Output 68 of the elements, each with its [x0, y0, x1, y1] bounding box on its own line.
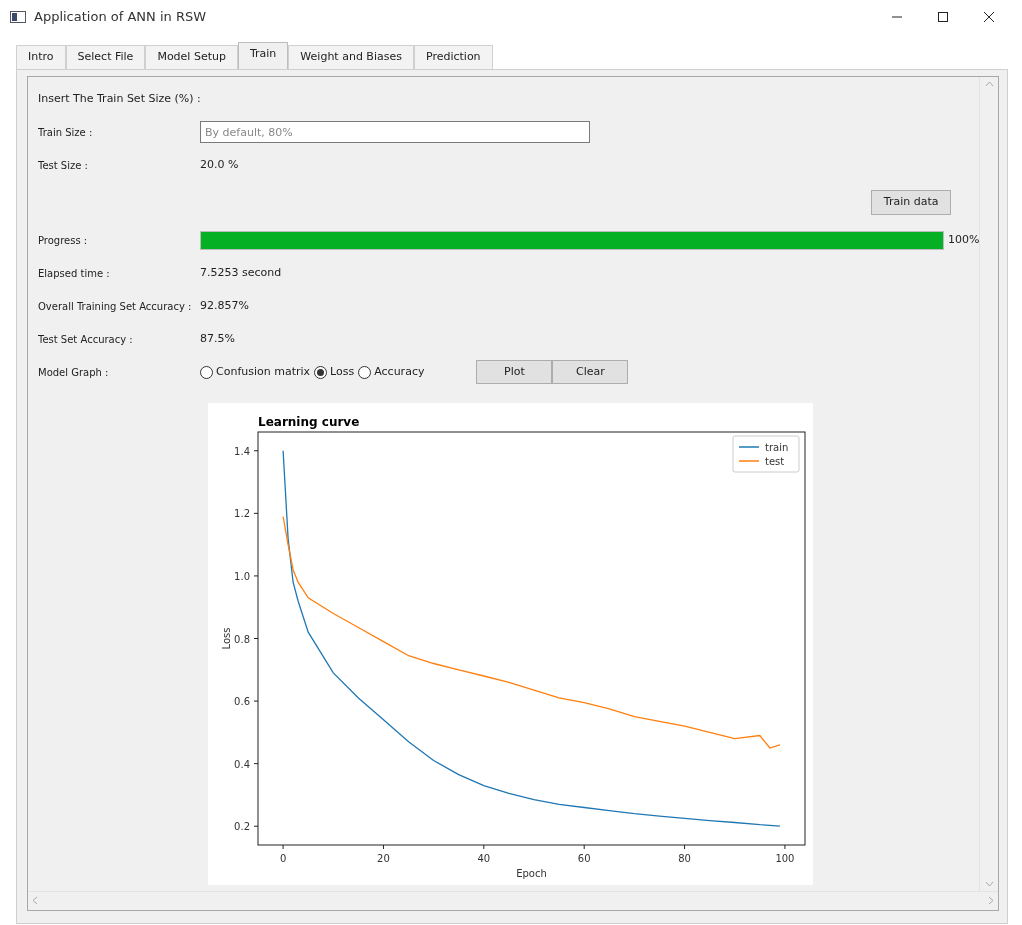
x-tick-label: 20: [377, 852, 390, 864]
tab[interactable]: Select File: [65, 45, 146, 69]
y-tick: [253, 700, 259, 702]
x-tick-label: 40: [477, 852, 491, 864]
y-axis-label: Loss: [221, 627, 232, 649]
y-tick: [253, 637, 259, 639]
legend-label: train: [765, 441, 789, 453]
y-tick-label: 0.6: [234, 695, 250, 707]
legend-swatch: [738, 459, 760, 462]
field-label: Test Set Accuracy :: [38, 332, 134, 347]
tab[interactable]: Train: [237, 42, 289, 69]
y-tick: [253, 574, 259, 576]
field-label: Test Size :: [38, 158, 89, 173]
y-tick: [253, 762, 259, 764]
field-label: Train Size :: [38, 125, 94, 140]
x-tick: [684, 844, 686, 849]
train-data-button[interactable]: Train data: [870, 190, 952, 215]
field-label: Overall Training Set Accuracy :: [38, 299, 193, 314]
radio-option[interactable]: Accuracy: [358, 363, 425, 381]
chart-title: Learning curve: [258, 414, 360, 429]
y-tick-label: 0.8: [234, 633, 250, 644]
maximize-icon: [937, 11, 949, 23]
close-icon: [983, 11, 995, 23]
x-tick-label: 100: [775, 852, 795, 864]
x-tick: [784, 844, 786, 849]
x-tick: [382, 844, 384, 849]
field-label: Model Graph :: [38, 365, 110, 380]
y-tick: [253, 825, 259, 827]
radio-option[interactable]: Confusion matrix: [200, 363, 311, 381]
y-tick-label: 0.4: [234, 758, 250, 770]
result-value: 92.857%: [200, 297, 249, 314]
x-axis-label: Epoch: [516, 867, 547, 879]
test-size-value: 20.0 %: [200, 156, 239, 173]
radio-option[interactable]: Loss: [314, 363, 355, 381]
legend-box: [732, 435, 800, 472]
section-heading: Insert The Train Set Size (%) :: [38, 90, 201, 107]
legend-swatch: [738, 445, 760, 448]
scroll-down-icon[interactable]: [984, 880, 994, 887]
plot-action-button[interactable]: Clear: [552, 359, 629, 385]
scroll-left-icon[interactable]: [32, 896, 38, 905]
tab[interactable]: Model Setup: [145, 45, 238, 69]
x-tick-label: 0: [279, 852, 287, 864]
scroll-right-icon[interactable]: [988, 896, 994, 905]
tab[interactable]: Prediction: [413, 45, 493, 69]
y-tick-label: 1.2: [234, 507, 250, 519]
tab[interactable]: Weight and Biases: [288, 45, 414, 69]
result-value: 7.5253 second: [200, 264, 282, 281]
plot-action-button[interactable]: Plot: [476, 359, 553, 385]
x-tick: [483, 844, 485, 849]
x-tick: [282, 844, 284, 849]
scroll-up-icon[interactable]: [984, 80, 994, 87]
train-size-field[interactable]: By default, 80%: [200, 121, 590, 143]
tab[interactable]: Intro: [16, 45, 66, 69]
result-value: 87.5%: [200, 330, 235, 347]
progress-reading: 100%: [948, 231, 980, 248]
legend-label: test: [765, 455, 785, 467]
field-label: Elapsed time :: [38, 266, 111, 281]
y-tick-label: 1.0: [234, 570, 250, 582]
x-tick: [583, 844, 585, 849]
y-tick-label: 0.2: [234, 820, 250, 832]
app-icon: [10, 11, 26, 23]
y-tick: [253, 449, 259, 451]
window-title: Application of ANN in RSW: [34, 8, 207, 27]
y-tick: [253, 512, 259, 514]
x-tick-label: 80: [678, 852, 691, 864]
field-label: Progress :: [38, 233, 89, 248]
y-tick-label: 1.4: [234, 445, 250, 457]
x-tick-label: 60: [577, 852, 591, 864]
